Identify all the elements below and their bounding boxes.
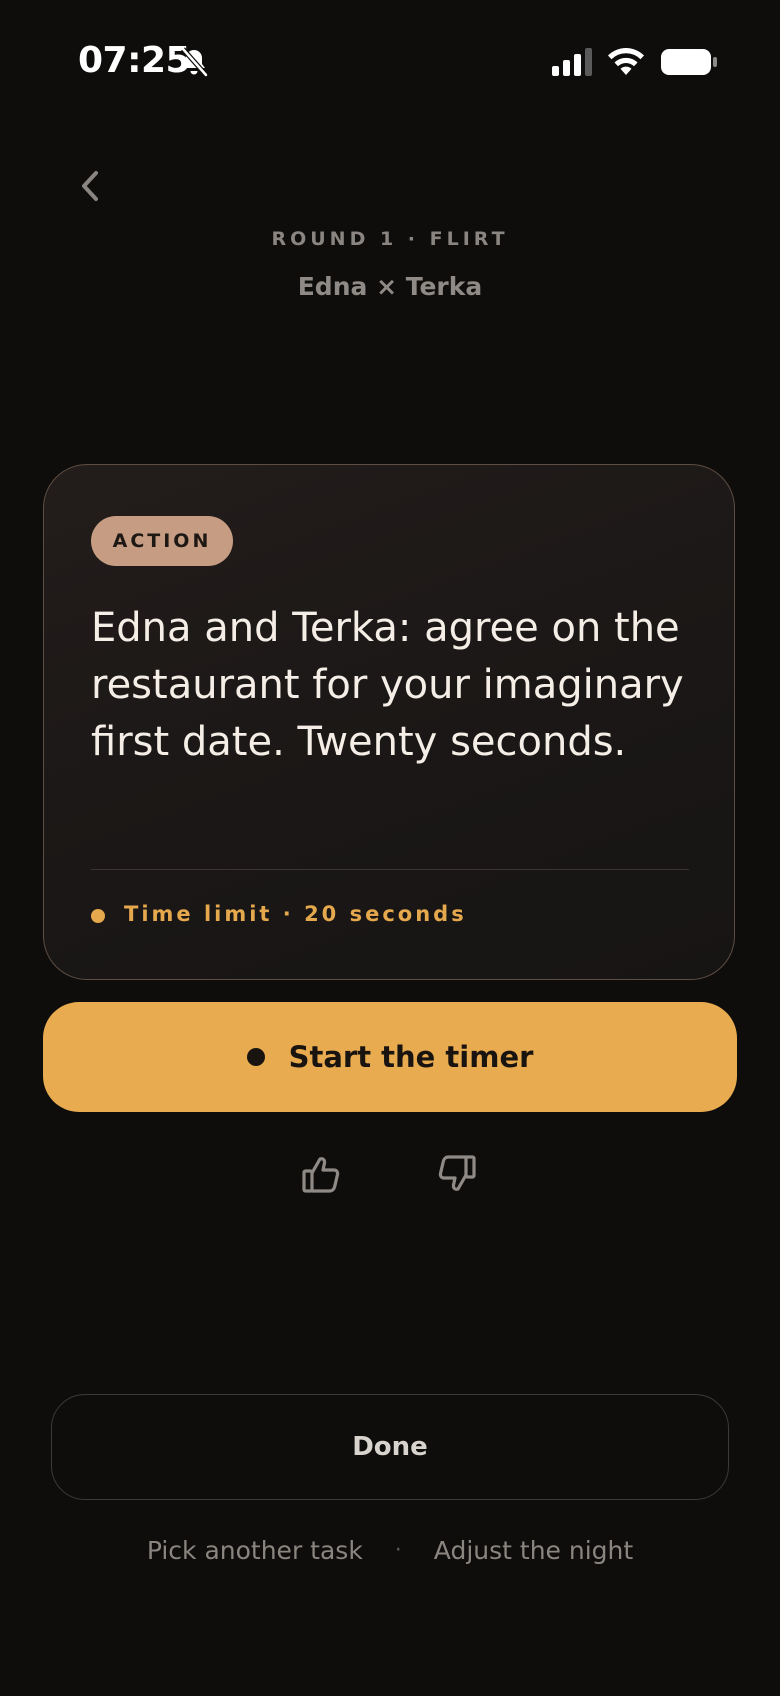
start-timer-button[interactable]: Start the timer bbox=[43, 1002, 737, 1112]
chevron-left-icon bbox=[82, 171, 98, 201]
back-button[interactable] bbox=[64, 160, 116, 212]
card-divider bbox=[91, 869, 689, 870]
time-limit-dot bbox=[91, 909, 105, 923]
task-text: Edna and Terka: agree on the restaurant … bbox=[91, 605, 684, 765]
thumbs-down-icon[interactable] bbox=[432, 1150, 480, 1198]
battery-icon bbox=[661, 49, 717, 75]
task-type-badge: ACTION bbox=[91, 516, 233, 566]
thumbs-up-icon[interactable] bbox=[298, 1150, 346, 1198]
round-label: ROUND 1 · FLIRT bbox=[271, 228, 509, 250]
start-timer-label: Start the timer bbox=[288, 1040, 534, 1074]
status-time: 07:25 bbox=[78, 40, 191, 81]
bell-off-icon bbox=[181, 47, 208, 77]
cellular-signal-icon bbox=[552, 48, 592, 76]
adjust-night-link[interactable]: Adjust the night bbox=[434, 1536, 633, 1565]
footer-links: Pick another task · Adjust the night bbox=[0, 1530, 780, 1570]
pick-another-task-link[interactable]: Pick another task bbox=[147, 1536, 363, 1565]
record-dot-icon bbox=[246, 1048, 265, 1066]
players-label: Edna × Terka bbox=[297, 272, 483, 301]
time-limit-label: Time limit · 20 seconds bbox=[124, 902, 467, 926]
footer-separator: · bbox=[394, 1537, 402, 1563]
done-button[interactable]: Done bbox=[51, 1394, 729, 1500]
wifi-icon bbox=[608, 48, 644, 75]
